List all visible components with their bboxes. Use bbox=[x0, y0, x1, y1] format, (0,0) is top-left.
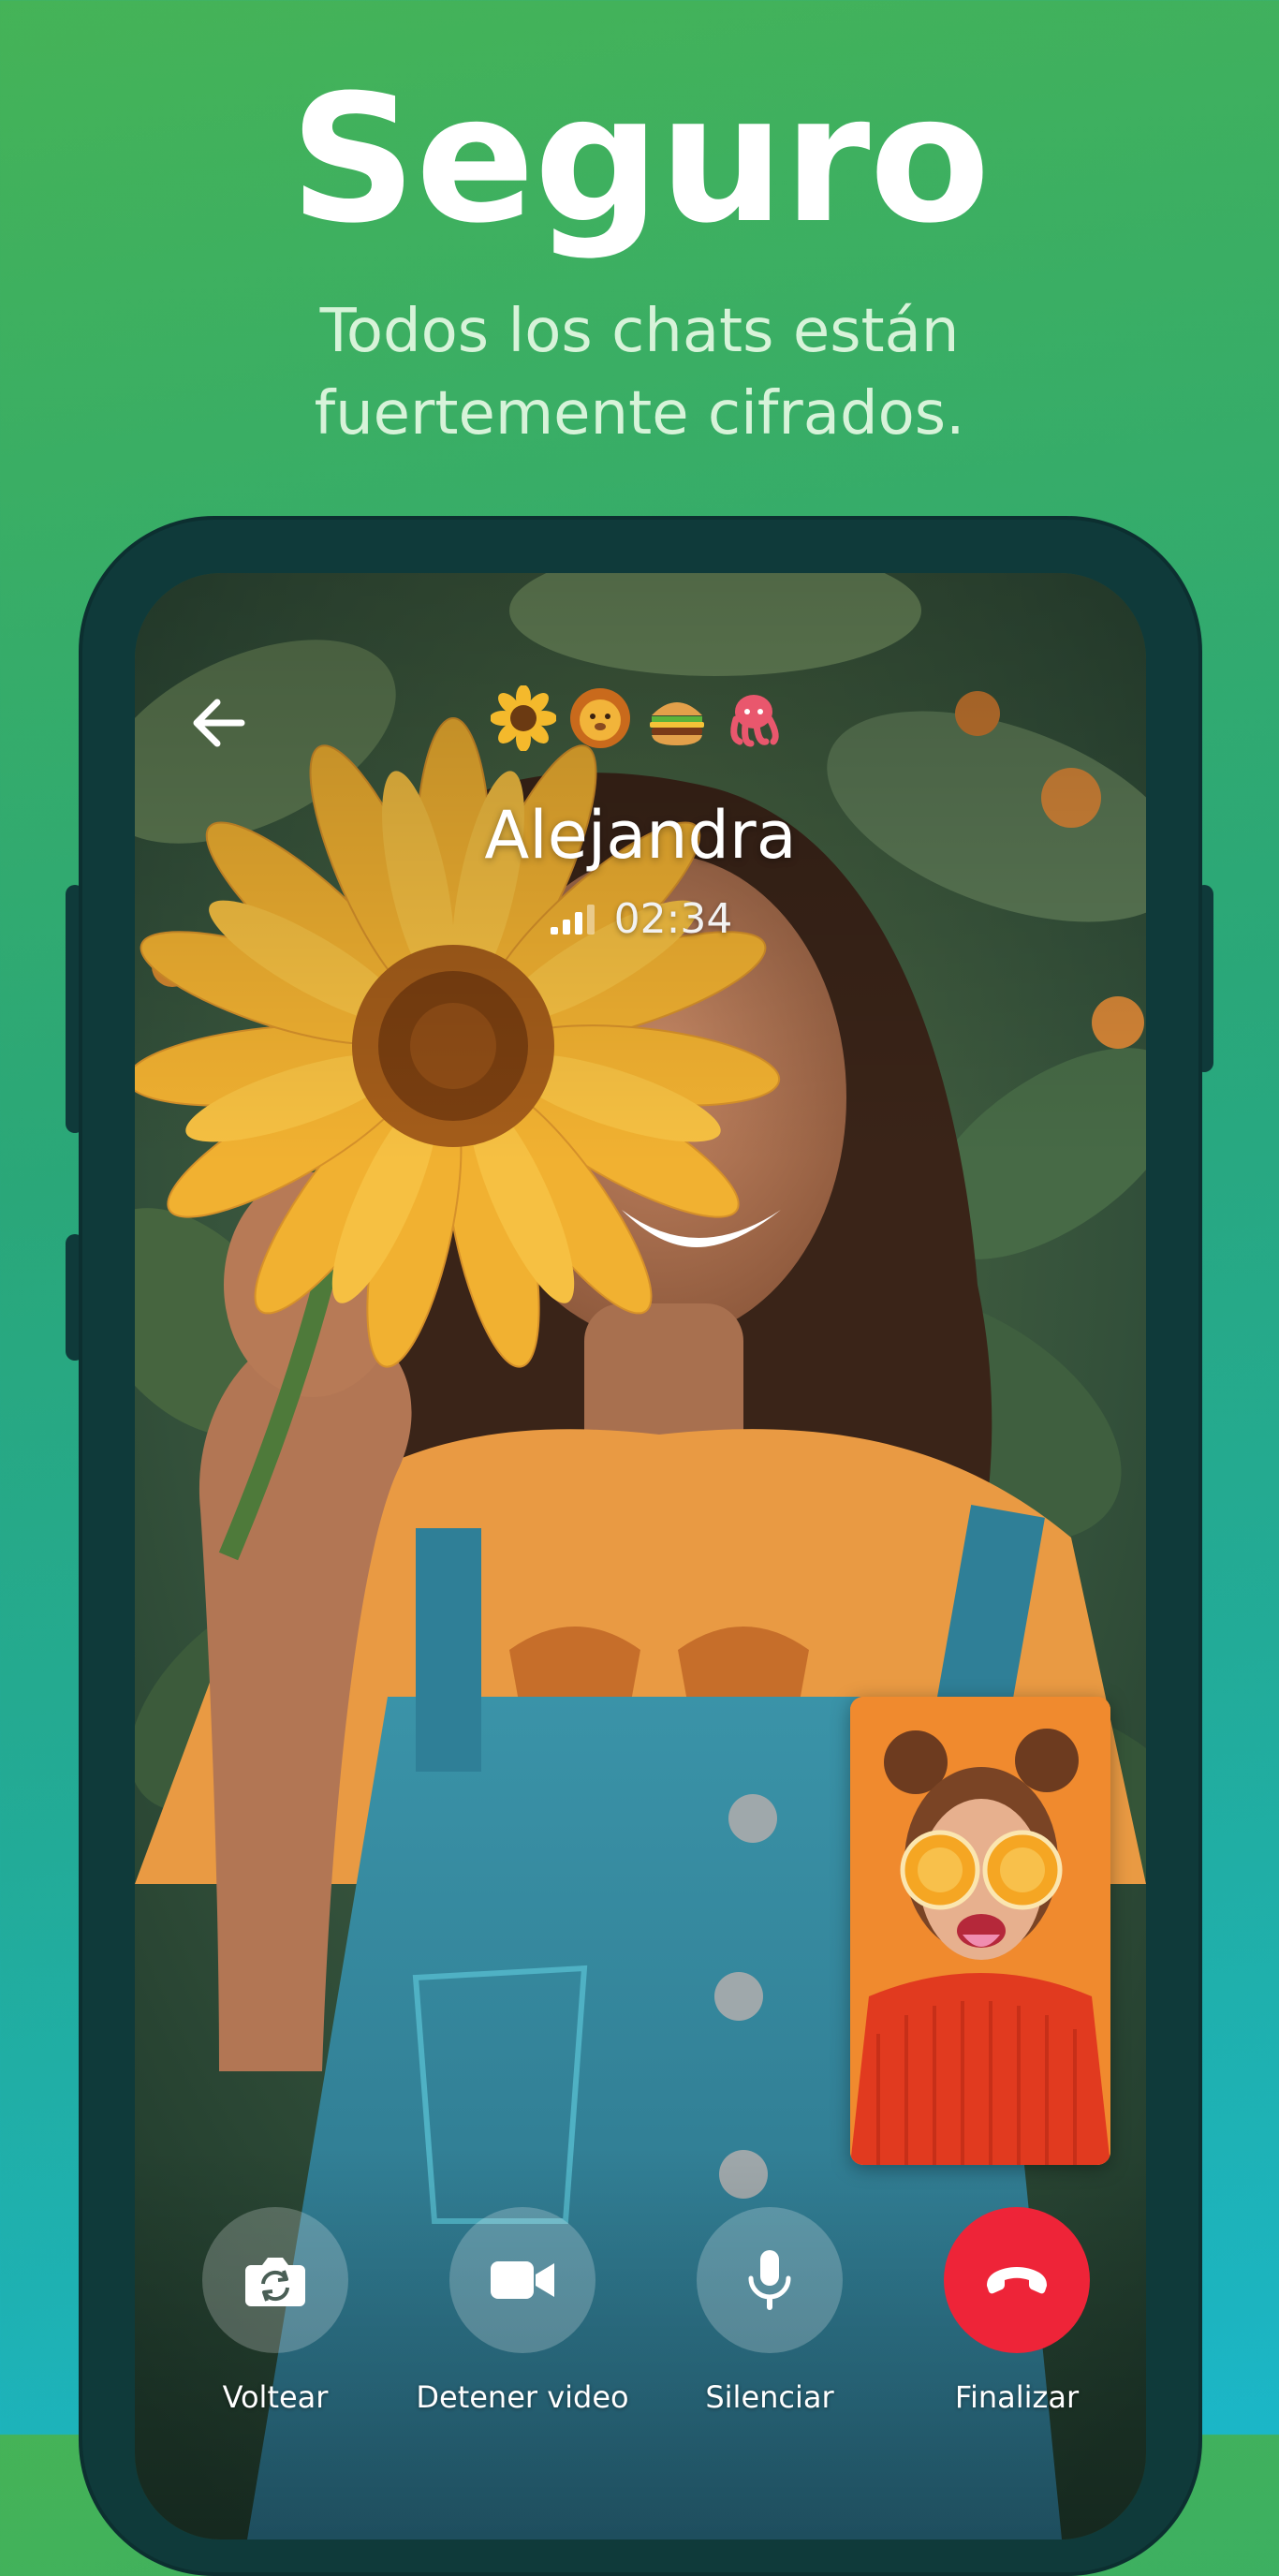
control-end-call: Finalizar bbox=[895, 2207, 1139, 2451]
microphone-icon bbox=[748, 2250, 791, 2310]
flip-camera-button[interactable] bbox=[202, 2207, 348, 2353]
video-camera-icon bbox=[491, 2261, 554, 2299]
octopus-emoji-icon bbox=[730, 695, 779, 747]
end-call-button[interactable] bbox=[944, 2207, 1090, 2353]
lion-emoji-icon bbox=[570, 688, 630, 748]
call-duration: 02:34 bbox=[613, 895, 733, 943]
call-status: 02:34 bbox=[135, 891, 1146, 948]
caller-name: Alejandra bbox=[484, 797, 797, 874]
camera-flip-icon bbox=[245, 2258, 305, 2306]
video-call-screen: Alejandra 02:34 Voltear Detener video Si… bbox=[135, 573, 1146, 2539]
promo-subtitle: Todos los chats están fuertemente cifrad… bbox=[0, 290, 1279, 455]
mute-label: Silenciar bbox=[705, 2379, 834, 2415]
signal-strength-icon bbox=[550, 905, 595, 935]
end-call-label: Finalizar bbox=[954, 2379, 1080, 2415]
promo-subtitle-line-2: fuertemente cifrados. bbox=[314, 379, 965, 449]
promo-subtitle-line-1: Todos los chats están bbox=[319, 297, 960, 366]
call-controls: Voltear Detener video Silenciar Finaliza… bbox=[135, 2207, 1146, 2488]
back-button[interactable] bbox=[182, 685, 257, 760]
promo-title: Seguro bbox=[289, 57, 990, 262]
burger-emoji-icon bbox=[650, 702, 704, 745]
self-video-feed bbox=[850, 1697, 1110, 2165]
hang-up-icon bbox=[987, 2267, 1047, 2294]
flip-camera-label: Voltear bbox=[222, 2379, 329, 2415]
sunflower-emoji-icon bbox=[491, 685, 556, 751]
encryption-key-emojis[interactable] bbox=[491, 685, 790, 760]
stop-video-label: Detener video bbox=[416, 2379, 629, 2415]
control-mute: Silenciar bbox=[648, 2207, 891, 2451]
mute-button[interactable] bbox=[697, 2207, 843, 2353]
control-stop-video: Detener video bbox=[401, 2207, 644, 2451]
control-flip-camera: Voltear bbox=[154, 2207, 397, 2451]
arrow-left-icon bbox=[193, 699, 245, 747]
stop-video-button[interactable] bbox=[449, 2207, 595, 2353]
self-video-preview[interactable] bbox=[850, 1697, 1110, 2165]
